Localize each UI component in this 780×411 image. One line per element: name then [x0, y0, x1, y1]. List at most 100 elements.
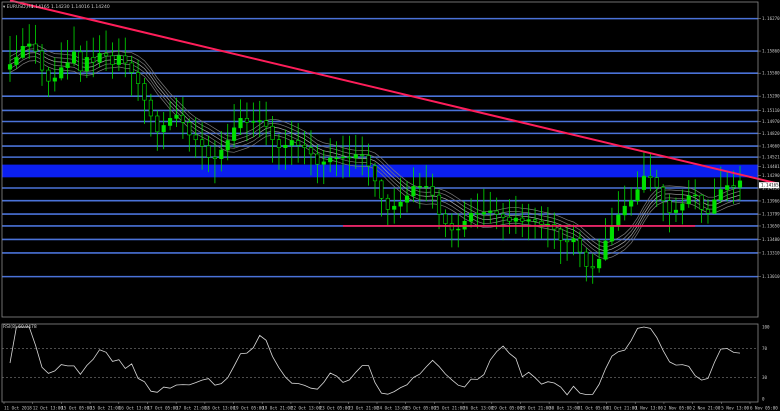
y-tick-label: 1.13799: [762, 212, 780, 217]
candle-body: [622, 205, 627, 216]
x-tick-label: 30 Oct 13:00: [549, 406, 580, 411]
candle-body: [526, 219, 531, 222]
candle-body: [424, 186, 429, 188]
y-tick-label: 1.15580: [762, 71, 780, 76]
candle-body: [718, 189, 723, 201]
candle-body: [238, 118, 243, 129]
candle-body: [481, 212, 486, 215]
candle-body: [641, 175, 647, 190]
candle-body: [603, 240, 608, 260]
candle-body: [212, 156, 217, 160]
x-tick-label: 1 Nov 13:00: [635, 406, 663, 411]
candle-body: [443, 213, 448, 224]
y-tick-label: 1.14521: [762, 155, 780, 160]
candle-body: [180, 114, 185, 123]
candle-body: [20, 46, 25, 58]
candle-body: [129, 62, 134, 73]
candle-body: [283, 144, 288, 148]
candle-body: [334, 157, 339, 160]
candle-body: [737, 180, 743, 188]
candle-body: [609, 225, 614, 242]
candle-body: [648, 175, 653, 179]
candle-body: [392, 205, 397, 210]
x-tick-label: 12 Oct 13:00: [33, 406, 64, 411]
candle-body: [385, 197, 390, 210]
candle-body: [712, 199, 717, 214]
y-tick-label: 1.15110: [762, 108, 780, 113]
x-tick-label: 15 Oct 21:00: [90, 406, 121, 411]
candle-body: [148, 99, 153, 117]
x-tick-label: 23 Oct 21:00: [348, 406, 379, 411]
candle-body: [270, 125, 275, 141]
x-tick-label: 19 Oct 05:00: [234, 406, 265, 411]
y-tick-label: 1.13966: [762, 198, 780, 203]
candle-body: [206, 145, 211, 158]
x-tick-label: 17 Oct 05:00: [147, 406, 178, 411]
x-tick-label: 15 Oct 05:00: [61, 406, 92, 411]
candle-body: [71, 51, 77, 64]
candle-body: [46, 69, 51, 82]
candle-body: [347, 156, 352, 159]
y-tick-label: 1.13480: [762, 237, 780, 242]
candle-body: [731, 185, 736, 188]
candle-body: [398, 201, 403, 207]
candle-body: [289, 140, 294, 146]
candle-body: [680, 203, 685, 211]
candle-body: [244, 118, 249, 123]
price-label: 1.14165: [761, 183, 779, 188]
zone-rect: [2, 164, 758, 178]
candle-body: [404, 195, 410, 203]
candle-body: [340, 156, 346, 159]
candle-body: [372, 165, 378, 182]
candle-body: [161, 125, 166, 133]
candle-body: [7, 64, 13, 70]
candle-body: [52, 77, 57, 82]
candle-body: [520, 217, 525, 222]
candle-body: [123, 55, 128, 64]
x-tick-label: 31 Oct 21:00: [607, 406, 638, 411]
x-tick-label: 25 Oct 05:00: [406, 406, 437, 411]
candle-body: [533, 219, 538, 222]
candle-body: [27, 43, 32, 47]
candle-body: [686, 195, 691, 205]
candle-body: [219, 149, 224, 160]
candle-body: [360, 154, 365, 156]
x-tick-label: 16 Oct 13:00: [119, 406, 150, 411]
candle-body: [84, 57, 89, 72]
candle-body: [328, 157, 333, 163]
x-tick-label: 2 Nov 21:00: [693, 406, 721, 411]
candle-body: [14, 57, 19, 65]
candle-body: [468, 213, 474, 222]
candle-body: [136, 72, 141, 84]
y-tick-label: 1.14820: [762, 131, 780, 136]
candle-body: [456, 228, 461, 231]
candle-body: [78, 51, 83, 72]
rsi-tick-label: 100: [762, 325, 770, 330]
candle-body: [494, 210, 499, 215]
candle-body: [264, 120, 269, 127]
candle-body: [693, 194, 698, 197]
x-tick-label: 2 Nov 05:00: [664, 406, 692, 411]
candle-body: [545, 224, 550, 226]
x-tick-label: 17 Oct 21:00: [176, 406, 207, 411]
candle-body: [116, 55, 121, 65]
candle-body: [430, 186, 435, 196]
x-tick-label: 23 Oct 05:00: [320, 406, 351, 411]
candle-body: [315, 153, 320, 165]
price-chart[interactable]: 1.16270 1.15860 1.15580 1.15290 1.15110 1.149…: [0, 0, 780, 411]
candle-body: [187, 122, 192, 136]
candle-body: [142, 83, 147, 101]
candle-body: [110, 55, 115, 65]
y-tick-label: 1.13650: [762, 223, 780, 228]
candle-body: [673, 209, 679, 213]
candle-body: [155, 115, 160, 133]
y-tick-label: 1.13310: [762, 250, 780, 255]
candle-body: [565, 239, 570, 243]
candle-body: [597, 258, 602, 269]
y-tick-label: 1.14401: [762, 164, 780, 169]
x-tick-label: 29 Oct 21:00: [520, 406, 551, 411]
blue-zone: [2, 164, 758, 178]
candle-body: [200, 139, 205, 147]
candle-body: [296, 140, 301, 146]
candle-body: [103, 53, 109, 57]
